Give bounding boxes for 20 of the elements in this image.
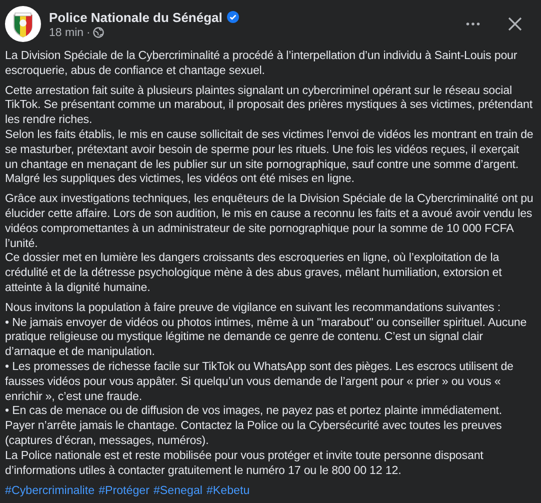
hashtag-link[interactable]: #Senegal — [153, 483, 202, 498]
hashtag-link[interactable]: #Cybercriminalite — [5, 483, 95, 498]
author-name[interactable]: Police Nationale du Sénégal — [49, 10, 222, 24]
post-text: Ce dossier met en lumière les dangers croissants des escroqueries en ligne, où l’exploitation de la crédulité et de la détresse psychologique mène à des abus graves, mêlant humiliation, extorsion et atteinte à la dignité humaine. — [5, 251, 503, 296]
post-text: La Police nationale est et reste mobilisée pour vous protéger et invite toute personne disposant d’informations utiles à contacter gratuitement le numéro 17 ou le 800 00 12 12. — [5, 448, 484, 478]
post-text: Nous invitons la population à faire preuve de vigilance en suivant les recommandations suivantes : — [5, 300, 502, 316]
post-time[interactable]: 18 min — [49, 26, 84, 38]
post-text: • Les promesses de richesse facile sur TikTok ou WhatsApp sont des pièges. Les escrocs utilisent de fausses vidéos pour vous appâter. Si quelqu’un vous demande de l’argent pour « prier » ou vous « enrichir », c’est une fraude. — [5, 360, 514, 404]
separator-dot: · — [86, 26, 90, 38]
post-text: • En cas de menace ou de diffusion de vos images, ne payez pas et portez plainte immédiatement. Payer n’arrête jamais le chantage. Contactez la Police ou la Cybersécurité avec toutes les preuves (captures d’écran, messages, numéros). — [5, 404, 504, 449]
post-text: La Division Spéciale de la Cybercriminalité a procédé à l’interpellation d’un individu à Saint-Louis pour escroquerie, abus de confiance et chantage sexuel. — [5, 49, 518, 79]
hashtag-link[interactable]: #Kebetu — [206, 483, 250, 498]
post-text: Grâce aux investigations techniques, les enquêteurs de la Division Spéciale de la Cybercriminalité ont pu élucider cette affaire. Lors de son audition, le mis en cause a reconnu les faits et a avoué avoir vendu les vidéos compromettantes à un administrateur de site pornographique pour la somme de 10 000 FCFA l’unité. — [5, 192, 534, 252]
post-text: Selon les faits établis, le mis en cause sollicitait de ses victimes l’envoi de vidéos les montrant en train de se masturber, prétextant avoir besoin de sperme pour les rituels. Une fois les vidéos reçues, il exerçait un chantage en menaçant de les publier sur un site pornographique, sauf contre une somme d’argent. — [5, 128, 534, 172]
post-text: Cette arrestation fait suite à plusieurs plaintes signalant un cybercriminel opérant sur le réseau social TikTok. Se présentant comme un marabout, il proposait des prières mystiques à ses victimes, prétendant les rendre riches. — [5, 84, 534, 128]
avatar-icon[interactable] — [5, 6, 41, 42]
post-text: • Ne jamais envoyer de vidéos ou photos intimes, même à un "marabout" ou conseiller spirituel. Aucune pratique religieuse ou mystique légitime ne demande ce genre de contenu. C’est un signal clair d’arnaque et de manipulation. — [5, 316, 528, 360]
post-text: Malgré les suppliques des victimes, les vidéos ont été mises en ligne. — [5, 172, 356, 188]
globe-icon — [93, 27, 104, 38]
hashtag-link[interactable]: #Protéger — [98, 483, 150, 498]
